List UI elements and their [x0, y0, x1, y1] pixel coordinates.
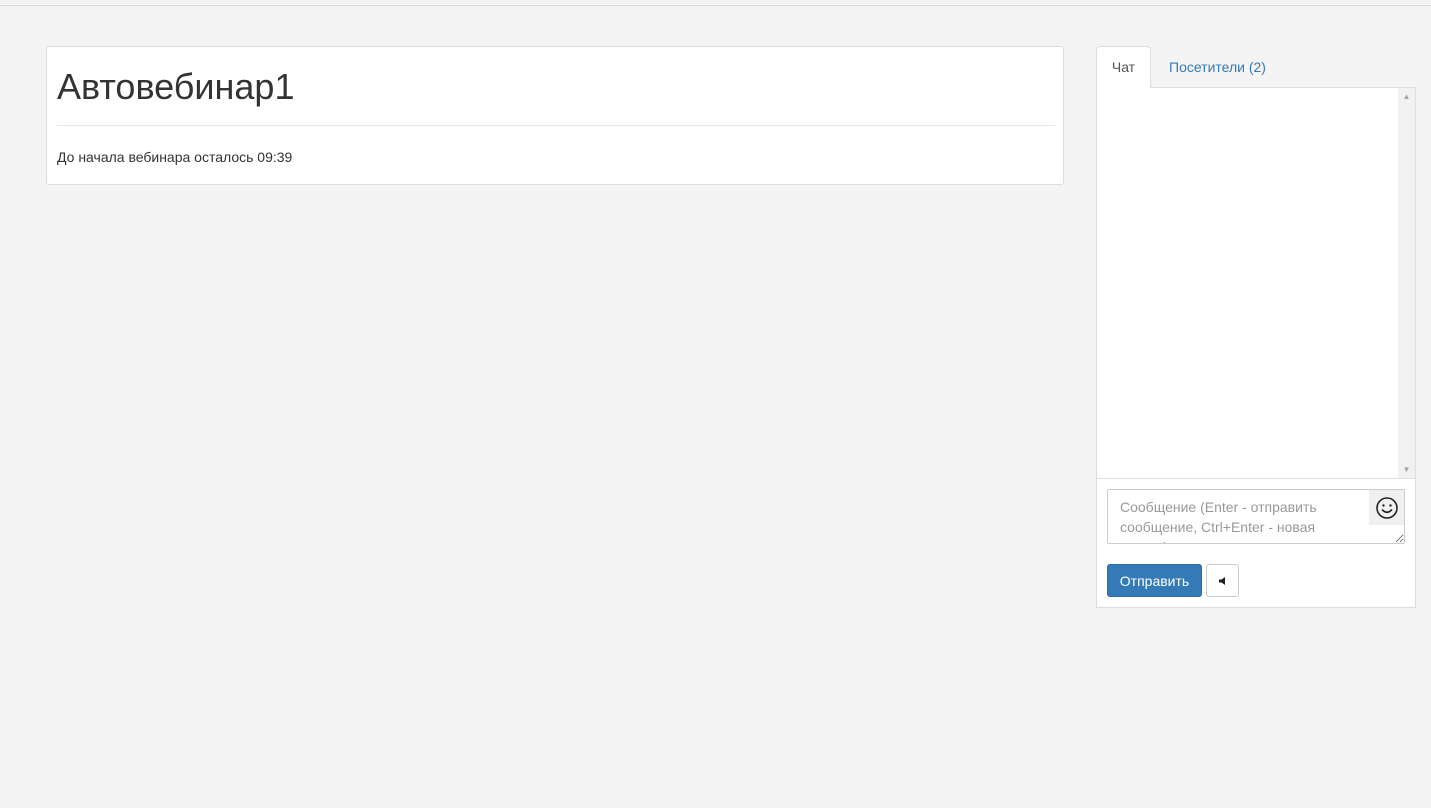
- tab-visitors[interactable]: Посетители (2): [1156, 46, 1279, 88]
- top-border: [0, 5, 1431, 6]
- chat-messages-area: [1097, 88, 1415, 478]
- sound-toggle-button[interactable]: [1206, 564, 1239, 597]
- chat-panel: ▲ ▼ Отправить: [1096, 87, 1416, 608]
- emoji-button[interactable]: [1369, 490, 1404, 525]
- speaker-icon: [1218, 576, 1225, 585]
- scroll-down-arrow-icon[interactable]: ▼: [1398, 461, 1415, 478]
- tab-chat[interactable]: Чат: [1096, 46, 1151, 88]
- divider: [57, 125, 1055, 126]
- scroll-up-arrow-icon[interactable]: ▲: [1398, 88, 1415, 105]
- send-button[interactable]: Отправить: [1107, 564, 1202, 597]
- divider: [1097, 478, 1415, 479]
- page-title: Автовебинар1: [57, 66, 295, 107]
- webinar-info-panel: Автовебинар1 До начала вебинара осталось…: [46, 46, 1064, 185]
- message-input[interactable]: [1107, 489, 1405, 544]
- chat-scrollbar[interactable]: ▲ ▼: [1398, 88, 1415, 478]
- countdown-text: До начала вебинара осталось 09:39: [57, 149, 293, 165]
- smiley-face-icon: [1375, 496, 1398, 519]
